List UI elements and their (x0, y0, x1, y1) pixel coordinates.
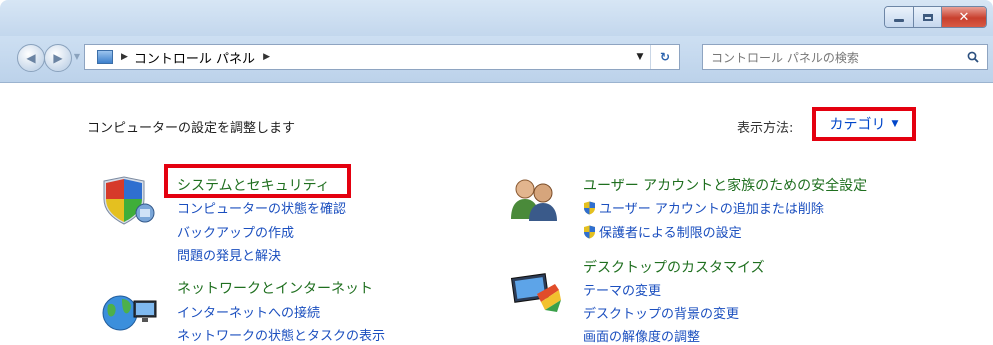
link-create-backup[interactable]: バックアップの作成 (177, 222, 294, 241)
desktop-customize-icon (510, 273, 561, 312)
link-change-theme[interactable]: テーマの変更 (583, 280, 661, 299)
refresh-icon: ↻ (659, 50, 671, 64)
breadcrumb-separator-icon[interactable]: ▶ (121, 52, 128, 62)
link-add-remove-user-accounts-label[interactable]: ユーザー アカウントの追加または削除 (599, 202, 824, 217)
search-input[interactable]: コントロール パネルの検索 (711, 49, 859, 66)
navigation-bar: ◀ ▶ ▼ ▶ コントロール パネル ▶ ▼ ↻ コントロール パネルの検索 (0, 36, 993, 83)
maximize-button[interactable] (914, 7, 942, 27)
search-box[interactable]: コントロール パネルの検索 (702, 44, 988, 70)
recent-pages-dropdown[interactable]: ▼ (72, 52, 82, 62)
link-find-fix-problems[interactable]: 問題の発見と解決 (177, 245, 281, 264)
minimize-button[interactable] (885, 7, 914, 27)
link-parental-controls-label[interactable]: 保護者による制限の設定 (599, 226, 742, 241)
back-arrow-icon: ◀ (26, 51, 36, 65)
search-icon[interactable] (967, 51, 979, 63)
close-icon: ✕ (958, 9, 970, 25)
user-accounts-icon (511, 179, 557, 221)
highlight-box-system-security (164, 164, 351, 198)
uac-shield-icon (584, 201, 595, 215)
breadcrumb-control-panel[interactable]: コントロール パネル (134, 48, 255, 67)
back-button[interactable]: ◀ (17, 44, 45, 72)
network-internet-icon (102, 295, 157, 331)
breadcrumb-separator-icon[interactable]: ▶ (263, 52, 270, 62)
view-by-value: カテゴリ (829, 117, 886, 133)
category-title-desktop-customization[interactable]: デスクトップのカスタマイズ (583, 257, 765, 277)
close-button[interactable]: ✕ (942, 7, 986, 27)
forward-arrow-icon: ▶ (53, 51, 63, 65)
view-by-label: 表示方法: (737, 121, 794, 136)
link-change-desktop-background[interactable]: デスクトップの背景の変更 (583, 303, 739, 322)
minimize-icon (894, 18, 904, 22)
link-connect-internet[interactable]: インターネットへの接続 (177, 302, 320, 321)
link-parental-controls[interactable]: 保護者による制限の設定 (583, 222, 742, 241)
forward-button[interactable]: ▶ (44, 44, 72, 72)
address-history-dropdown[interactable]: ▼ (631, 45, 649, 69)
window-caption-buttons: ✕ (884, 6, 987, 28)
title-bar: ✕ (0, 0, 993, 36)
address-bar[interactable]: ▶ コントロール パネル ▶ ▼ ↻ (84, 44, 680, 70)
system-security-icon (103, 176, 155, 225)
category-title-user-accounts[interactable]: ユーザー アカウントと家族のための安全設定 (583, 175, 867, 195)
view-by-dropdown[interactable]: カテゴリ ▼ (812, 107, 916, 141)
link-check-computer-status[interactable]: コンピューターの状態を確認 (177, 198, 346, 217)
refresh-button[interactable]: ↻ (650, 45, 679, 69)
control-panel-icon (97, 50, 113, 64)
category-title-network-internet[interactable]: ネットワークとインターネット (177, 278, 373, 298)
maximize-icon (922, 13, 933, 21)
content-area: コンピューターの設定を調整します 表示方法: カテゴリ ▼ システムとセキュリテ… (0, 83, 993, 345)
link-view-network-status[interactable]: ネットワークの状態とタスクの表示 (177, 325, 385, 344)
control-panel-window: ✕ ◀ ▶ ▼ ▶ コントロール パネル ▶ ▼ ↻ コントロール パネルの検索 (0, 0, 993, 345)
link-adjust-screen-resolution[interactable]: 画面の解像度の調整 (583, 326, 700, 345)
link-add-remove-user-accounts[interactable]: ユーザー アカウントの追加または削除 (583, 198, 824, 217)
page-title: コンピューターの設定を調整します (87, 121, 296, 136)
chevron-down-icon: ▼ (891, 119, 899, 129)
uac-shield-icon (584, 225, 595, 239)
